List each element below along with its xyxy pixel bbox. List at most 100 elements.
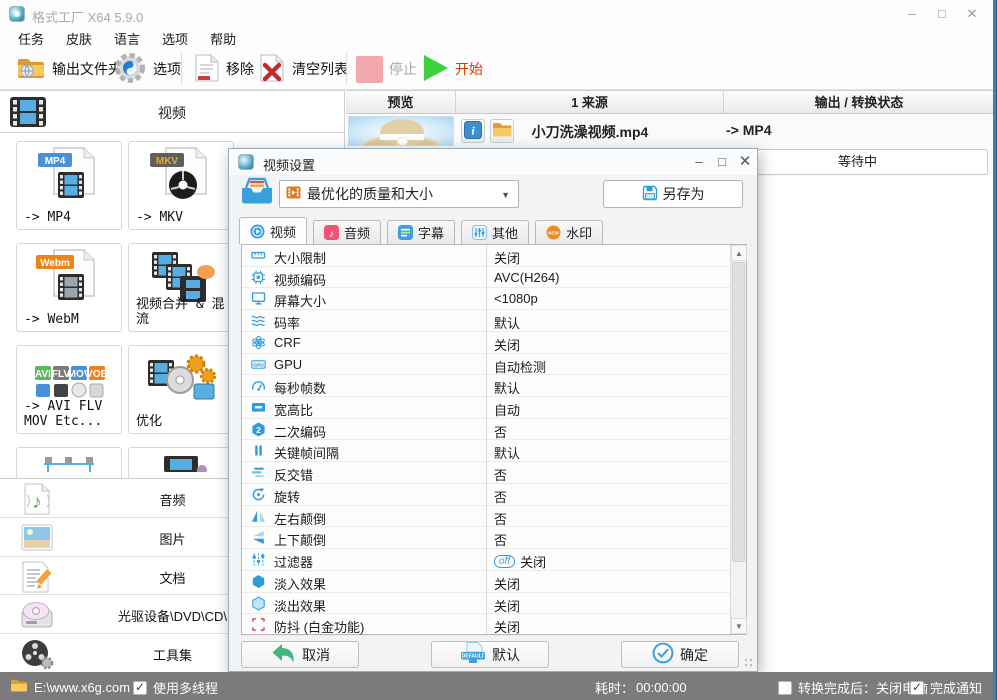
stop-button[interactable]: 停止 [356,49,417,89]
options-button[interactable]: 选项 [113,49,181,89]
column-header-1[interactable]: 1 来源 [456,90,724,114]
status-bar: E:\www.x6g.com 使用多线程 耗时：00:00:00 转换完成后：关… [0,672,997,700]
tab-0[interactable]: 视频 [239,217,308,244]
other-tab-icon [472,225,488,240]
svg-text:DEFAULT: DEFAULT [462,654,485,660]
notify-toggle[interactable]: 完成通知 [910,678,982,697]
toolbar: 输出文件夹 选项 移除 清空列表 停止 开始 [0,49,997,90]
format-card-label: 优化 [136,414,163,429]
multithread-toggle[interactable]: 使用多线程 [133,678,218,697]
scroll-down-arrow[interactable]: ▼ [731,618,747,634]
setting-value-text: 关闭 [494,251,521,266]
output-folder-button[interactable]: 输出文件夹 [16,49,122,89]
clear-list-button[interactable]: 清空列表 [258,49,348,89]
preset-tray-icon [239,175,275,210]
format-card-label: -> WebM [24,312,79,327]
tab-3[interactable]: 其他 [461,220,530,244]
maximize-button[interactable]: □ [929,4,955,24]
stop-icon [356,55,383,83]
menu-item-1[interactable]: 皮肤 [66,29,92,48]
svg-text:MKV: MKV [156,156,179,167]
fadeout-icon [251,595,266,611]
setting-label: 反交错 [274,468,314,484]
task-list-header: 预览 1 来源 输出 / 转换状态 [346,90,997,114]
waves-icon [251,313,266,328]
minimize-button[interactable]: – [899,4,925,24]
shutdown-checkbox[interactable] [778,680,792,695]
column-header-0[interactable]: 预览 [346,90,456,114]
svg-text:AVI: AVI [35,369,51,380]
clear-list-icon [258,53,286,86]
menu-bar: 任务 皮肤 语言 选项 帮助 [0,28,997,49]
format-card-avi[interactable]: AVI FLV MOV VOB -> AVI FLV MOV Etc... [16,345,122,434]
column-header-2[interactable]: 输出 / 转换状态 [724,90,995,114]
tab-2[interactable]: 字幕 [387,220,456,244]
svg-text:MP4: MP4 [45,156,66,167]
dialog-maximize-button[interactable]: □ [712,153,732,171]
dialog-minimize-button[interactable]: – [689,153,709,171]
scrollbar[interactable]: ▲ ▼ [730,245,747,634]
output-format: -> MP4 [726,122,772,138]
mux-card-icon [129,450,233,475]
scrollbar-thumb[interactable] [732,262,745,562]
ruler-icon [251,248,266,263]
preset-row: 最优化的质量和大小 ▼ 另存为 [229,175,757,217]
back-arrow-icon [270,642,296,667]
format-card-merge[interactable]: 视频合并 & 混流 [128,243,234,332]
format-card-webm[interactable]: Webm -> WebM [16,243,122,332]
menu-item-2[interactable]: 语言 [114,29,140,48]
start-button[interactable]: 开始 [421,49,483,89]
off-badge: off [494,555,516,569]
shutdown-toggle[interactable]: 转换完成后：关闭电脑 [778,678,928,697]
setting-label: 屏幕大小 [274,294,327,310]
sidebar-header-video[interactable]: 视频 [0,91,344,133]
rotate-icon [251,487,266,502]
format-card-optimize[interactable]: 优化 [128,345,234,434]
menu-item-3[interactable]: 选项 [162,29,188,48]
tab-4[interactable]: NEW 水印 [535,220,604,244]
format-card-mkv[interactable]: MKV -> MKV [128,141,234,230]
scroll-up-arrow[interactable]: ▲ [731,245,747,261]
svg-text:NEW: NEW [548,231,559,236]
svg-text:GPU: GPU [253,362,264,368]
fadein-icon [251,574,266,589]
setting-value-text: 否 [494,489,508,505]
menu-item-4[interactable]: 帮助 [210,29,236,48]
multithread-checkbox[interactable] [133,680,147,695]
svg-text:♪: ♪ [329,228,334,240]
setting-label: 视频编码 [274,272,327,288]
setting-label: 二次编码 [274,424,327,440]
setting-value: off 关闭 [494,552,546,571]
format-card-mp4[interactable]: MP4 -> MP4 [16,141,122,230]
output-path[interactable]: E:\www.x6g.com [10,678,130,696]
preset-dropdown[interactable]: 最优化的质量和大小 ▼ [279,180,519,208]
setting-value: 默认 [494,443,520,462]
tab-1[interactable]: ♪ 音频 [313,220,382,244]
column-divider [486,245,487,634]
svg-text:Webm: Webm [40,258,70,269]
setting-value-text: 关闭 [494,620,521,636]
resize-grip[interactable] [743,657,755,669]
close-button[interactable]: ✕ [959,4,985,24]
dialog-close-button[interactable]: ✕ [735,153,755,171]
preset-film-icon [286,185,301,203]
remove-button[interactable]: 移除 [194,49,254,89]
setting-value-text: 否 [494,424,508,440]
setting-value: 否 [494,509,507,528]
preview-thumbnail[interactable] [348,116,454,146]
optimize-card-icon [129,348,233,413]
default-stamp-icon: DEFAULT [460,641,486,668]
ok-button[interactable]: 确定 [621,641,739,668]
notify-checkbox[interactable] [910,680,924,695]
settings-panel: 大小限制 关闭 视频编码 AVC(H264) 屏幕大小 <1080p 码率 默认 CRF 关闭 GP… [241,244,747,636]
setting-value: 否 [494,487,507,506]
setting-value-text: 关闭 [494,598,521,614]
gpu-icon: GPU [251,357,266,372]
chip-icon [251,270,266,285]
menu-item-0[interactable]: 任务 [18,29,44,48]
setting-value: 自动检测 [494,357,546,376]
cancel-button[interactable]: 取消 [241,641,359,668]
save-as-button[interactable]: 另存为 [603,180,743,208]
toolbar-separator [346,53,347,85]
default-button[interactable]: DEFAULT 默认 [431,641,549,668]
